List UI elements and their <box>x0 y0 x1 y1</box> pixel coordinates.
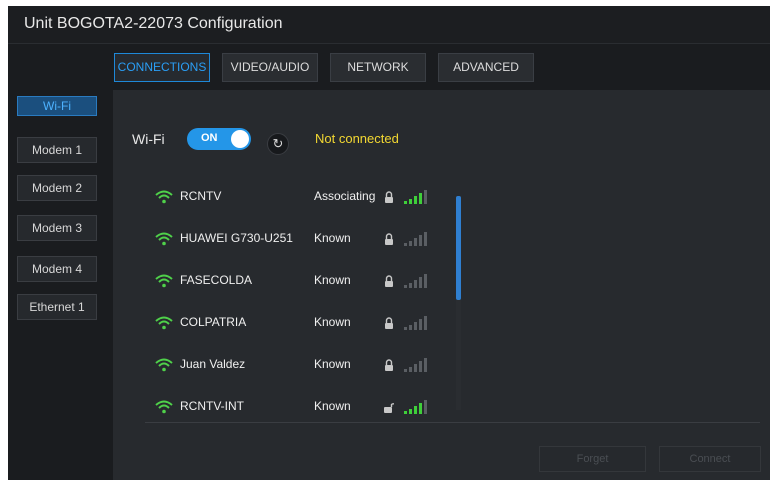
network-row[interactable]: FASECOLDA Known <box>150 269 450 293</box>
wifi-icon <box>155 358 173 372</box>
refresh-icon: ↻ <box>272 136 284 151</box>
sidebar-item-modem-3[interactable]: Modem 3 <box>17 215 97 241</box>
title-bar: Unit BOGOTA2-22073 Configuration <box>8 6 770 44</box>
network-status: Associating <box>314 189 376 203</box>
lock-icon <box>384 358 394 371</box>
sidebar-item-ethernet-1[interactable]: Ethernet 1 <box>17 294 97 320</box>
network-row[interactable]: COLPATRIA Known <box>150 311 450 335</box>
lock-icon <box>384 190 394 203</box>
wifi-icon <box>155 190 173 204</box>
network-name: RCNTV-INT <box>180 399 244 413</box>
network-status: Known <box>314 315 351 329</box>
sidebar-item-modem-4[interactable]: Modem 4 <box>17 256 97 282</box>
scrollbar-thumb[interactable] <box>456 196 461 300</box>
lock-icon <box>384 316 394 329</box>
network-row[interactable]: RCNTV-INT Known <box>150 395 450 419</box>
tab-advanced[interactable]: ADVANCED <box>438 53 534 82</box>
sidebar-item-modem-1[interactable]: Modem 1 <box>17 137 97 163</box>
tab-video-audio[interactable]: VIDEO/AUDIO <box>222 53 318 82</box>
signal-strength-icon <box>404 316 428 330</box>
network-row[interactable]: RCNTV Associating <box>150 185 450 209</box>
wifi-label: Wi-Fi <box>132 131 165 147</box>
window-title: Unit BOGOTA2-22073 Configuration <box>24 15 283 32</box>
unlock-icon <box>384 400 395 413</box>
network-name: COLPATRIA <box>180 315 247 329</box>
wifi-icon <box>155 400 173 414</box>
sidebar-item-wifi[interactable]: Wi-Fi <box>17 96 97 116</box>
wifi-toggle[interactable]: ON <box>187 128 251 150</box>
tab-connections[interactable]: CONNECTIONS <box>114 53 210 82</box>
network-name: HUAWEI G730-U251 <box>180 231 293 245</box>
tab-network[interactable]: NETWORK <box>330 53 426 82</box>
connect-button[interactable]: Connect <box>659 446 761 472</box>
signal-strength-icon <box>404 358 428 372</box>
toggle-knob <box>231 130 249 148</box>
connection-status: Not connected <box>315 131 399 146</box>
signal-strength-icon <box>404 400 428 414</box>
lock-icon <box>384 232 394 245</box>
network-status: Known <box>314 399 351 413</box>
network-row[interactable]: HUAWEI G730-U251 Known <box>150 227 450 251</box>
network-name: RCNTV <box>180 189 222 203</box>
network-status: Known <box>314 357 351 371</box>
lock-icon <box>384 274 394 287</box>
network-name: FASECOLDA <box>180 273 253 287</box>
network-name: Juan Valdez <box>180 357 246 371</box>
wifi-icon <box>155 232 173 246</box>
toggle-label: ON <box>201 132 218 144</box>
signal-strength-icon <box>404 274 428 288</box>
signal-strength-icon <box>404 190 428 204</box>
wifi-icon <box>155 274 173 288</box>
network-status: Known <box>314 231 351 245</box>
network-status: Known <box>314 273 351 287</box>
divider <box>145 422 760 423</box>
signal-strength-icon <box>404 232 428 246</box>
forget-button[interactable]: Forget <box>539 446 646 472</box>
wifi-icon <box>155 316 173 330</box>
refresh-button[interactable]: ↻ <box>267 133 289 155</box>
network-row[interactable]: Juan Valdez Known <box>150 353 450 377</box>
sidebar-item-modem-2[interactable]: Modem 2 <box>17 175 97 201</box>
